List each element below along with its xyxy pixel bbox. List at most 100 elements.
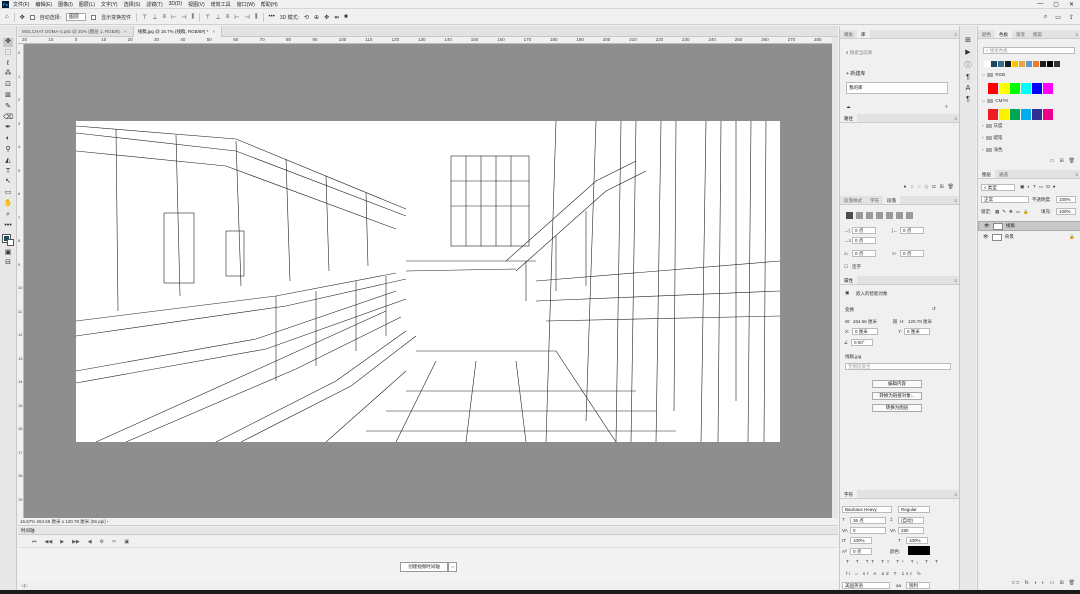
load-selection-icon[interactable]: ◌ <box>918 184 921 192</box>
indent-right-field[interactable]: 0 点 <box>900 227 924 234</box>
color-swatch[interactable] <box>1043 83 1053 94</box>
3d-roll-icon[interactable]: ⊕ <box>314 14 319 21</box>
swash-icon[interactable]: A <box>873 571 878 576</box>
info-panel-icon[interactable]: ⓘ <box>965 60 972 70</box>
add-mask-icon[interactable]: ◑ <box>1034 580 1037 588</box>
share-icon[interactable]: ⇪ <box>1069 14 1074 21</box>
show-transform-checkbox[interactable] <box>91 14 97 20</box>
tab-layers[interactable]: 图层 <box>978 170 995 178</box>
play-icon[interactable]: ▶ <box>60 539 64 545</box>
font-family-select[interactable]: Bauhaus Heavy <box>842 506 892 513</box>
swatch-group-light[interactable]: › 浅色 <box>982 147 1003 153</box>
layer-filter-kind[interactable]: ⌕ 类型 <box>981 184 1015 191</box>
faux-italic-icon[interactable]: T <box>856 559 862 564</box>
marquee-tool-icon[interactable]: ⬚ <box>3 49 13 58</box>
lock-icons[interactable]: ▦✎✥▭🔒 <box>995 209 1032 215</box>
play-actions-icon[interactable]: ▶ <box>965 48 970 56</box>
3d-slide-icon[interactable]: ⇹ <box>334 14 339 21</box>
color-swatch[interactable] <box>988 109 998 120</box>
recent-color-swatch[interactable] <box>1026 61 1032 67</box>
close-tab-icon[interactable]: × <box>212 29 215 34</box>
leading-field[interactable]: (自动) <box>898 517 924 524</box>
distribute-bottom-icon[interactable]: ≡ <box>226 14 230 20</box>
ligatures-icon[interactable]: fi <box>846 571 852 576</box>
timeline-zoom-icon[interactable]: ◁▷ <box>21 583 28 589</box>
tab-templates[interactable]: 模板 <box>840 30 857 38</box>
align-right-icon[interactable]: ⫼ <box>192 14 195 21</box>
menu-layer[interactable]: 图层(L) <box>79 1 95 8</box>
next-frame-icon[interactable]: ▶▶ <box>72 539 80 545</box>
swatch-group-gray[interactable]: › 灰度 <box>982 123 1003 129</box>
tab-properties[interactable]: 属性 <box>840 276 857 284</box>
paint-bucket-tool-icon[interactable]: ◭ <box>3 157 13 166</box>
swatch-group-pastel[interactable]: › 蜡笔 <box>982 135 1003 141</box>
auto-select-checkbox[interactable] <box>29 14 35 20</box>
strikethrough-icon[interactable]: T <box>935 559 941 564</box>
justify-right-icon[interactable] <box>896 212 903 219</box>
align-bottom-icon[interactable]: ≡ <box>163 14 167 20</box>
indent-left-field[interactable]: 0 点 <box>852 227 876 234</box>
type-style-buttons[interactable]: T T TT Tт T¹ T₁ T T <box>846 559 941 564</box>
recent-color-swatch[interactable] <box>1019 61 1025 67</box>
opacity-field[interactable]: 100% <box>1056 196 1076 203</box>
brush-tool-icon[interactable]: ✎ <box>3 103 13 112</box>
home-icon[interactable]: ⌂ <box>5 14 9 20</box>
paragraph-panel-icon[interactable]: ¶ <box>966 74 970 81</box>
eraser-tool-icon[interactable]: ⌫ <box>3 114 13 123</box>
clone-stamp-tool-icon[interactable]: ⚲ <box>3 146 13 155</box>
vertical-scale-field[interactable]: 100% <box>850 537 872 544</box>
trash-icon[interactable]: 🗑 <box>948 184 954 192</box>
menu-file[interactable]: 文件(F) <box>13 1 29 8</box>
ordinals-icon[interactable]: 1st <box>902 571 914 576</box>
contextual-alt-icon[interactable]: ℴ <box>856 571 860 576</box>
link-layers-icon[interactable]: ⊂⊃ <box>1011 580 1019 588</box>
space-after-field[interactable]: 0 点 <box>900 250 924 257</box>
minimize-icon[interactable]: — <box>1037 1 1043 8</box>
doc-tab-xiangao[interactable]: 线稿.jpg @ 16.7% (线稿, RGB/8#) * × <box>133 26 223 37</box>
space-before-field[interactable]: 0 点 <box>852 250 876 257</box>
x-field[interactable]: 0 厘米 <box>852 328 878 335</box>
recent-color-swatch[interactable] <box>1054 61 1060 67</box>
character-panel-icon[interactable]: A <box>966 85 971 92</box>
rectangle-tool-icon[interactable]: ▭ <box>3 189 13 198</box>
menu-help[interactable]: 帮助(H) <box>261 1 278 8</box>
link-icon[interactable]: ⛓ <box>892 319 898 325</box>
recent-color-swatch[interactable] <box>1012 61 1018 67</box>
tab-channels[interactable]: 通道 <box>995 170 1012 178</box>
faux-bold-icon[interactable]: T <box>846 559 852 564</box>
layer-comp-select[interactable]: 无图层复合 <box>845 363 951 370</box>
subscript-icon[interactable]: T₁ <box>911 559 921 564</box>
move-tool-icon[interactable]: ✥ <box>3 38 13 47</box>
color-swatch[interactable] <box>1021 83 1031 94</box>
blend-mode-select[interactable]: 正常 <box>981 196 1029 203</box>
tab-libraries[interactable]: 库 <box>857 30 870 38</box>
new-path-icon[interactable]: ⊞ <box>939 184 943 192</box>
align-center-icon[interactable] <box>856 212 863 219</box>
move-tool-icon[interactable]: ✥ <box>20 14 25 21</box>
recent-color-swatch[interactable] <box>1047 61 1053 67</box>
panel-menu-icon[interactable]: ≡ <box>1075 170 1080 178</box>
justify-center-icon[interactable] <box>886 212 893 219</box>
text-color-swatch[interactable] <box>908 546 930 555</box>
pen-tool-icon[interactable]: ✒ <box>3 124 13 133</box>
settings-gear-icon[interactable]: ⚙ <box>100 539 104 545</box>
width-value[interactable]: 264.56 厘米 <box>853 319 877 325</box>
layer-name[interactable]: 背景 <box>1005 232 1014 242</box>
menu-type[interactable]: 文字(Y) <box>101 1 118 8</box>
paragraph-styles-icon[interactable]: ¶ <box>966 96 970 103</box>
tab-color[interactable]: 颜色 <box>978 30 995 38</box>
prev-frame-icon[interactable]: ◀◀ <box>45 539 53 545</box>
menu-image[interactable]: 图像(I) <box>58 1 73 8</box>
font-size-field[interactable]: 36 点 <box>850 517 886 524</box>
trash-icon[interactable]: 🗑 <box>1069 580 1075 588</box>
close-icon[interactable]: ✕ <box>1069 1 1074 8</box>
kerning-field[interactable]: 0 <box>850 527 886 534</box>
adjustment-layer-icon[interactable]: ◐ <box>1042 580 1045 588</box>
superscript-icon[interactable]: T¹ <box>896 559 906 564</box>
workspace-icon[interactable]: ▭ <box>1055 14 1061 21</box>
crop-tool-icon[interactable]: ⊡ <box>3 81 13 90</box>
color-swatch[interactable] <box>988 83 998 94</box>
3d-orbit-icon[interactable]: ⟲ <box>304 14 309 21</box>
align-left-icon[interactable] <box>846 212 853 219</box>
add-icon[interactable]: ＋ <box>944 104 949 110</box>
